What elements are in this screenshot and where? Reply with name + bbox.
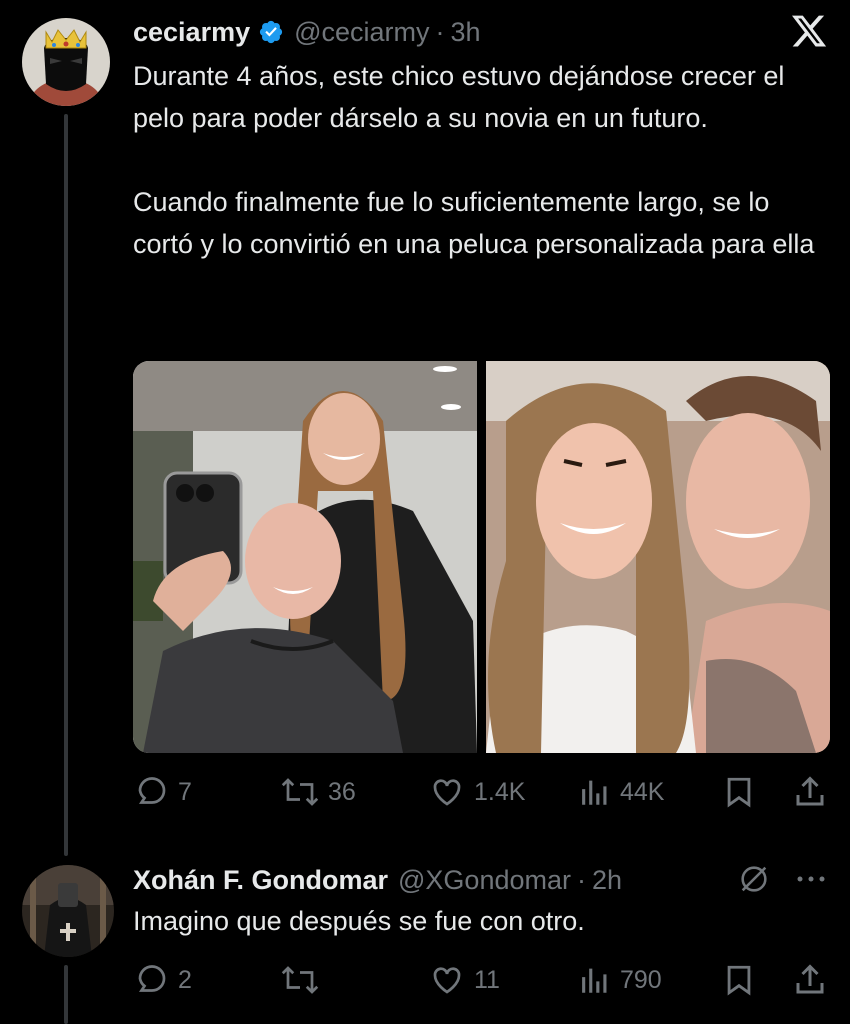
grok-icon[interactable] [737, 862, 771, 896]
like-icon [428, 962, 466, 998]
views-icon [578, 775, 612, 809]
reply-like-button[interactable]: 11 [428, 962, 500, 998]
more-icon[interactable] [794, 866, 828, 892]
reply-button[interactable]: 7 [134, 774, 192, 810]
tweet-image-left[interactable] [133, 361, 477, 753]
retweet-count: 36 [328, 777, 356, 806]
views-icon [578, 963, 612, 997]
avatar[interactable] [22, 18, 110, 106]
reply-retweet-button[interactable] [280, 962, 320, 998]
verified-badge-icon [258, 19, 284, 45]
reply-share-button[interactable] [792, 962, 828, 998]
share-icon [792, 962, 828, 998]
share-button[interactable] [792, 774, 828, 810]
reply-header: Xohán F. Gondomar @XGondomar · 2h [133, 861, 622, 899]
views-button[interactable]: 44K [578, 775, 664, 809]
reply-count: 7 [178, 777, 192, 806]
reply-reply-button[interactable]: 2 [134, 962, 192, 998]
display-name[interactable]: ceciarmy [133, 17, 250, 48]
like-icon [428, 774, 466, 810]
reply-like-count: 11 [474, 965, 500, 994]
bookmark-icon [722, 774, 756, 810]
bookmark-button[interactable] [722, 774, 756, 810]
reply-views-button[interactable]: 790 [578, 963, 662, 997]
reply-reply-count: 2 [178, 965, 192, 994]
tweet-header: ceciarmy @ceciarmy · 3h [133, 13, 481, 51]
handle[interactable]: @ceciarmy [294, 17, 429, 48]
reply-icon [134, 962, 170, 998]
tweet-actions: 7 36 1.4K 44K [0, 770, 850, 814]
reply-handle[interactable]: @XGondomar [398, 865, 571, 896]
reply-separator: · [577, 864, 586, 895]
retweet-button[interactable]: 36 [280, 774, 356, 810]
reply-bookmark-button[interactable] [722, 962, 756, 998]
timestamp[interactable]: 3h [451, 17, 481, 48]
thread-line [64, 114, 68, 856]
retweet-icon [280, 774, 320, 810]
reply-text: Imagino que después se fue con otro. [133, 906, 585, 936]
views-count: 44K [620, 777, 665, 806]
share-icon [792, 774, 828, 810]
reply-actions: 2 11 790 [0, 958, 850, 1002]
bookmark-icon [722, 962, 756, 998]
reply-views-count: 790 [620, 965, 662, 994]
tweet-text-paragraph-1: Durante 4 años, este chico estuvo dejánd… [133, 61, 785, 133]
tweet-text: Durante 4 años, este chico estuvo dejánd… [133, 55, 833, 265]
tweet-text-paragraph-2: Cuando finalmente fue lo suficientemente… [133, 187, 815, 259]
reply-display-name[interactable]: Xohán F. Gondomar [133, 865, 388, 896]
tweet-image-right[interactable] [486, 361, 830, 753]
reply-timestamp[interactable]: 2h [592, 865, 622, 896]
like-button[interactable]: 1.4K [428, 774, 525, 810]
retweet-icon [280, 962, 320, 998]
separator: · [435, 16, 445, 47]
like-count: 1.4K [474, 777, 526, 806]
reply-avatar[interactable] [22, 865, 114, 957]
x-logo-icon[interactable] [790, 12, 828, 50]
reply-icon [134, 774, 170, 810]
